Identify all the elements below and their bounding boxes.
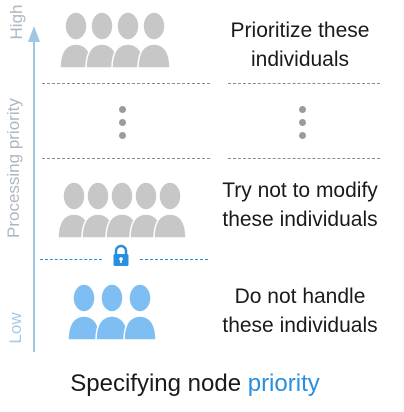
people-group-try-not-modify bbox=[57, 181, 187, 239]
separator-top-right bbox=[228, 83, 380, 84]
priority-axis bbox=[33, 40, 35, 352]
people-group-do-not-handle bbox=[67, 283, 157, 341]
tier-2-line-2: these individuals bbox=[222, 208, 378, 231]
separator-locked-right bbox=[140, 259, 208, 260]
caption-prefix: Specifying node bbox=[70, 370, 248, 397]
tier-3-text: Do not handle these individuals bbox=[210, 282, 390, 340]
separator-locked-left bbox=[40, 259, 102, 260]
separator-middle-right bbox=[228, 158, 380, 159]
person-icon bbox=[137, 11, 171, 69]
axis-high-label: High bbox=[7, 4, 26, 40]
person-icon bbox=[95, 283, 129, 341]
separator-middle bbox=[42, 158, 210, 159]
caption: Specifying node priority bbox=[0, 370, 390, 398]
person-icon bbox=[123, 283, 157, 341]
tier-1-line-1: Prioritize these bbox=[230, 19, 370, 42]
tier-3-line-2: these individuals bbox=[222, 314, 378, 337]
vertical-ellipsis-icon bbox=[117, 106, 127, 145]
vertical-ellipsis-icon bbox=[297, 106, 307, 145]
people-group-prioritize bbox=[59, 11, 171, 69]
separator-top bbox=[42, 83, 210, 84]
axis-low-label: Low bbox=[6, 312, 25, 344]
axis-title: Processing priority bbox=[4, 98, 23, 238]
tier-1-line-2: individuals bbox=[250, 48, 350, 71]
tier-2-line-1: Try not to modify bbox=[222, 179, 378, 202]
person-icon bbox=[153, 181, 187, 239]
lock-icon bbox=[113, 244, 129, 266]
tier-1-text: Prioritize these individuals bbox=[210, 16, 390, 74]
caption-accent-word: priority bbox=[247, 370, 320, 397]
tier-2-text: Try not to modify these individuals bbox=[210, 176, 390, 234]
tier-3-line-1: Do not handle bbox=[234, 285, 366, 308]
person-icon bbox=[67, 283, 101, 341]
